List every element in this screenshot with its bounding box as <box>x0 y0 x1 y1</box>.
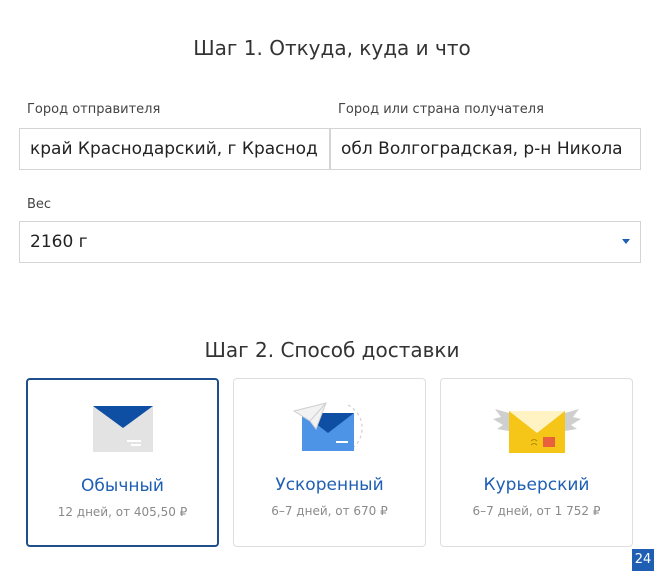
delivery-option-courier[interactable]: Курьерский 6–7 дней, от 1 752 ₽ <box>440 378 633 547</box>
delivery-option-meta: 12 дней, от 405,50 ₽ <box>57 505 188 519</box>
delivery-option-express[interactable]: Ускоренный 6–7 дней, от 670 ₽ <box>233 378 426 547</box>
weight-value: 2160 г <box>30 232 88 252</box>
delivery-option-meta: 6–7 дней, от 1 752 ₽ <box>472 504 601 518</box>
sender-city-label: Город отправителя <box>27 102 161 117</box>
delivery-option-name: Обычный <box>81 476 164 496</box>
step1-title: Шаг 1. Откуда, куда и что <box>193 36 471 60</box>
weight-select[interactable]: 2160 г <box>19 221 641 263</box>
winged-envelope-icon <box>492 403 581 459</box>
delivery-option-meta: 6–7 дней, от 670 ₽ <box>271 504 388 518</box>
delivery-option-name: Курьерский <box>483 475 590 495</box>
step2-title: Шаг 2. Способ доставки <box>204 338 460 362</box>
delivery-option-name: Ускоренный <box>275 475 384 495</box>
delivery-option-regular[interactable]: Обычный 12 дней, от 405,50 ₽ <box>26 378 219 547</box>
recipient-city-label: Город или страна получателя <box>338 102 544 117</box>
paper-plane-envelope-icon <box>292 401 368 457</box>
chevron-down-icon[interactable] <box>622 239 630 244</box>
weight-label: Вес <box>27 197 52 212</box>
envelope-icon <box>92 406 153 456</box>
sender-city-input[interactable]: край Краснодарский, г Краснод <box>19 128 330 170</box>
chat-badge[interactable]: 24 <box>632 549 654 571</box>
recipient-city-input[interactable]: обл Волгоградская, р-н Никола <box>330 128 641 170</box>
